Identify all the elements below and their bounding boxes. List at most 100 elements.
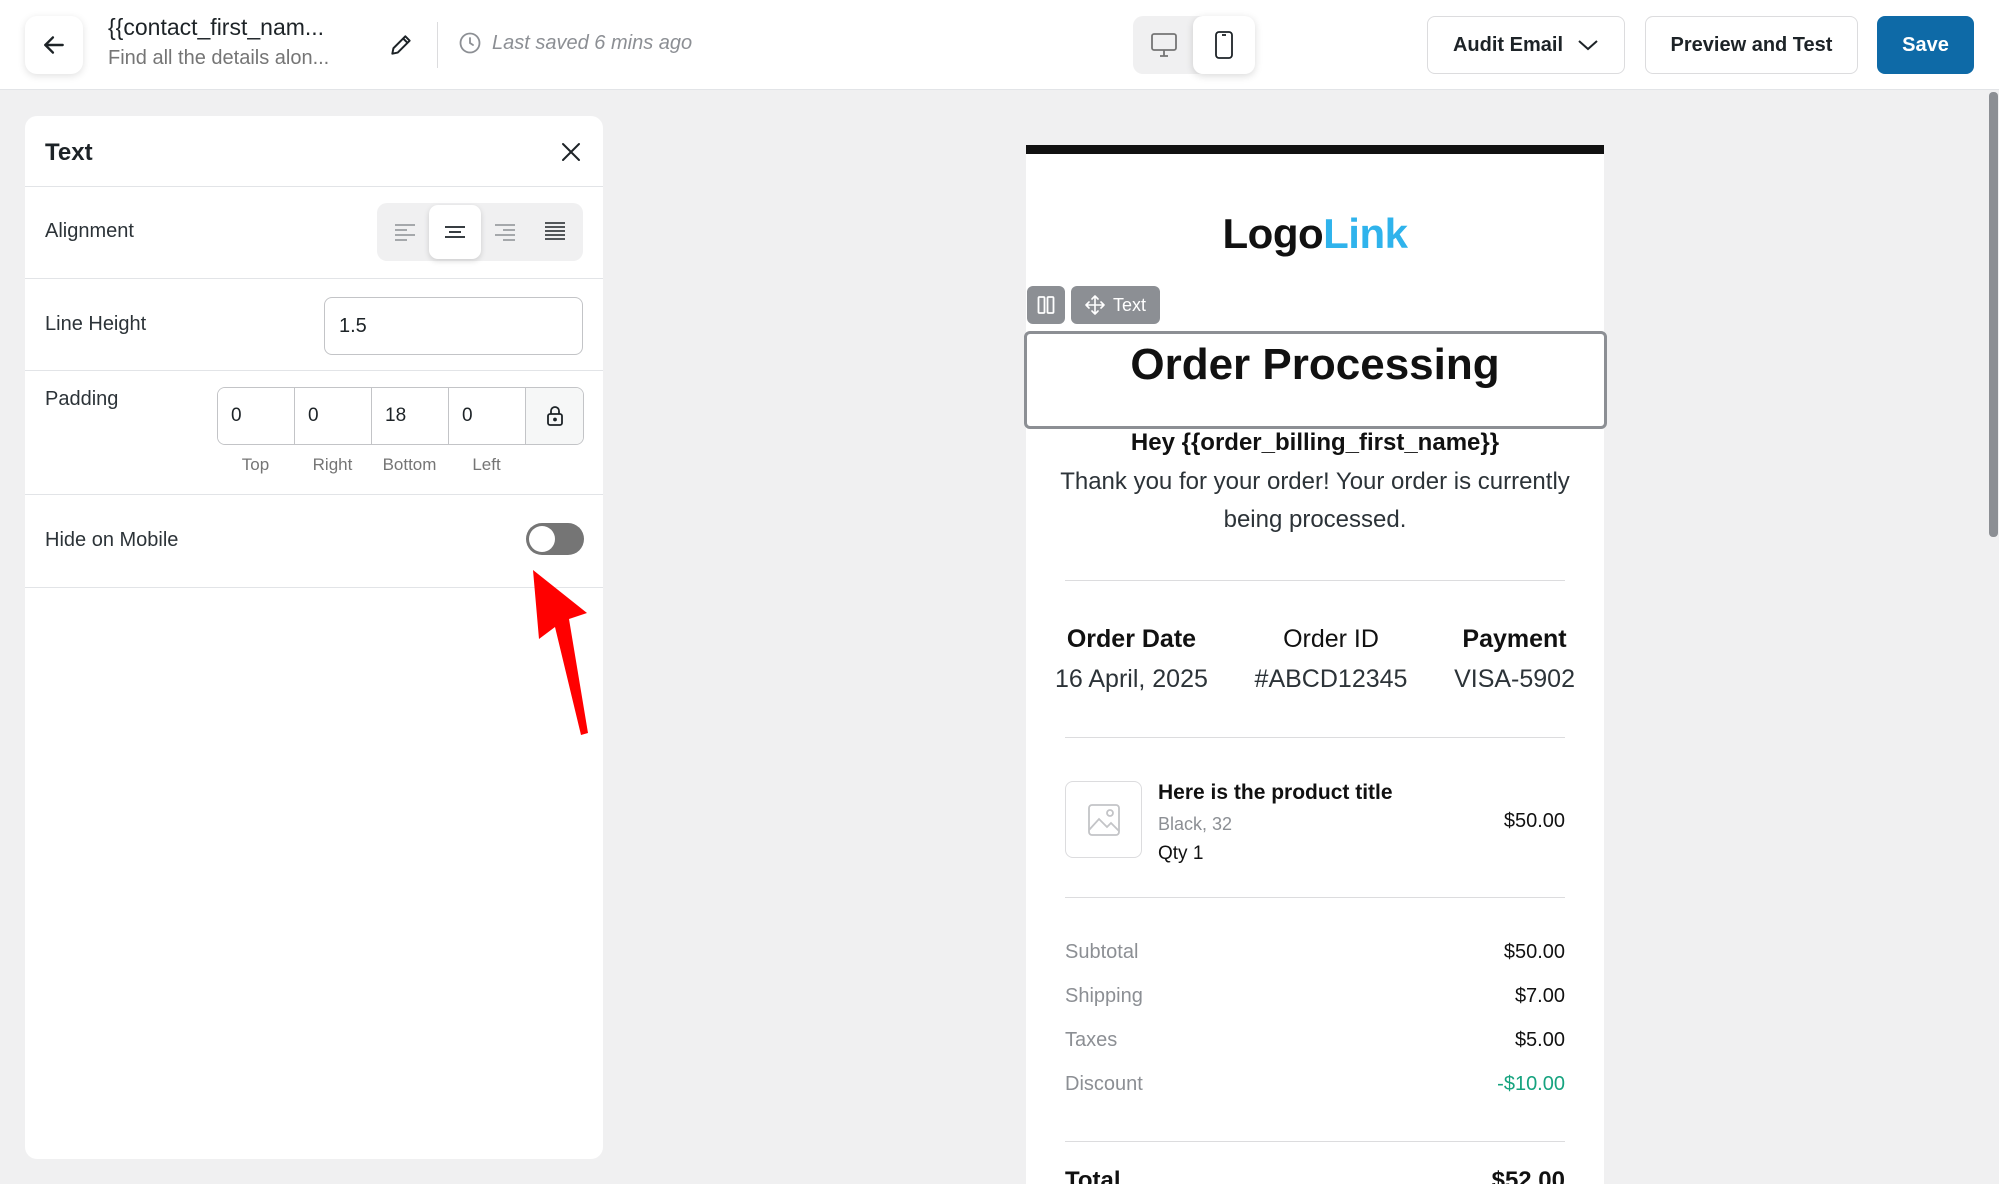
padding-inputs [217,387,584,445]
padding-bottom-label: Bottom [382,455,437,474]
pencil-icon [391,35,411,55]
padding-right-label: Right [312,455,353,474]
top-bar: {{contact_first_nam... Find all the deta… [0,0,1999,90]
email-greeting[interactable]: Hey {{order_billing_first_name}} [1026,429,1604,457]
product-price: $50.00 [1503,810,1565,832]
divider [1065,1141,1565,1142]
preview-and-test-button[interactable]: Preview and Test [1645,16,1858,74]
product-title: Here is the product title [1158,781,1393,804]
save-status: Last saved 6 mins ago [458,31,692,55]
email-title: {{contact_first_nam... [108,14,325,40]
divider [1065,580,1565,581]
alignment-group [377,203,583,261]
text-settings-panel: Text Alignment Line Height Padding [25,116,603,1159]
panel-title: Text [45,139,93,166]
move-block-handle[interactable]: Text [1071,286,1161,324]
email-top-border [1026,145,1604,154]
discount-row: Discount -$10.00 [1065,1073,1565,1096]
order-id-label: Order ID [1283,625,1379,653]
padding-left-input[interactable] [449,388,526,444]
hide-on-mobile-row: Hide on Mobile [25,495,603,588]
padding-top-input[interactable] [218,388,295,444]
logo-text-accent: Link [1323,210,1408,257]
columns-icon [1037,296,1055,314]
edit-title-button[interactable] [386,30,416,60]
device-toggle [1133,16,1255,74]
alignment-row: Alignment [25,187,603,279]
divider [1065,737,1565,738]
audit-email-label: Audit Email [1452,33,1563,56]
subtotal-row: Subtotal $50.00 [1065,941,1565,964]
clock-icon [459,32,481,54]
logo: LogoLink [1026,210,1604,258]
order-date-value: 16 April, 2025 [1055,665,1208,693]
total-label: Total [1065,1167,1121,1184]
order-date-label: Order Date [1066,625,1197,653]
lock-icon [546,406,563,426]
padding-bottom-input[interactable] [372,388,449,444]
product-row: Here is the product title Black, 32 Qty … [1065,781,1565,864]
arrow-left-icon [44,36,64,54]
padding-left-label: Left [472,455,501,474]
align-left-button[interactable] [379,205,431,259]
panel-header: Text [25,116,603,187]
padding-right-input[interactable] [295,388,372,444]
block-type-label: Text [1113,294,1147,315]
hide-on-mobile-label: Hide on Mobile [45,529,179,551]
discount-value: -$10.00 [1497,1073,1565,1095]
image-placeholder-icon [1087,803,1120,836]
subtotal-label: Subtotal [1065,941,1139,963]
desktop-icon [1151,33,1177,57]
email-body-text[interactable]: Thank you for your order! Your order is … [1036,463,1594,539]
line-height-row: Line Height [25,279,603,371]
mobile-icon [1215,31,1233,59]
close-icon [562,143,580,161]
padding-top-label: Top [241,455,270,474]
payment-label: Payment [1462,625,1567,653]
payment-col: Payment VISA-5902 [1454,625,1575,694]
taxes-label: Taxes [1065,1029,1118,1051]
taxes-row: Taxes $5.00 [1065,1029,1565,1052]
audit-email-dropdown[interactable]: Audit Email [1427,16,1625,74]
close-panel-button[interactable] [557,138,585,166]
discount-label: Discount [1065,1073,1143,1095]
taxes-value: $5.00 [1514,1029,1565,1051]
total-value: $52.00 [1491,1167,1565,1184]
annotation-arrow-icon [533,570,588,735]
align-center-button[interactable] [429,205,481,259]
columns-handle[interactable] [1027,286,1065,324]
align-justify-icon [545,222,565,240]
padding-label: Padding [45,388,119,410]
back-button[interactable] [25,16,83,74]
line-height-label: Line Height [45,313,147,335]
total-row: Total $52.00 [1065,1167,1565,1184]
move-icon [1085,295,1105,315]
canvas-scrollbar-thumb[interactable] [1989,92,1998,537]
padding-lock-button[interactable] [526,388,583,444]
toggle-knob [529,526,555,552]
align-center-icon [445,226,465,238]
padding-labels: Top Right Bottom Left [217,455,525,475]
shipping-value: $7.00 [1514,985,1565,1007]
align-right-button[interactable] [479,205,531,259]
padding-row: Padding Top Right Bottom Left [25,371,603,495]
line-height-input[interactable] [324,297,583,355]
shipping-label: Shipping [1065,985,1143,1007]
align-right-icon [495,224,515,241]
block-toolbar: Text [1027,286,1161,324]
order-date-col: Order Date 16 April, 2025 [1055,625,1208,694]
subtotal-value: $50.00 [1503,941,1565,963]
order-id-value: #ABCD12345 [1254,665,1408,693]
selected-text-block[interactable] [1024,331,1607,429]
preview-label: Preview and Test [1670,33,1833,56]
order-meta: Order Date 16 April, 2025 Order ID #ABCD… [1055,625,1575,694]
order-id-col: Order ID #ABCD12345 [1255,625,1408,694]
mobile-view-button[interactable] [1193,16,1255,74]
desktop-view-button[interactable] [1133,16,1195,74]
email-subtitle: Find all the details alon... [108,47,330,69]
save-button[interactable]: Save [1877,16,1974,74]
payment-value: VISA-5902 [1454,665,1575,693]
align-justify-button[interactable] [529,205,581,259]
hide-on-mobile-toggle[interactable] [526,523,584,555]
logo-text-primary: Logo [1222,210,1324,257]
